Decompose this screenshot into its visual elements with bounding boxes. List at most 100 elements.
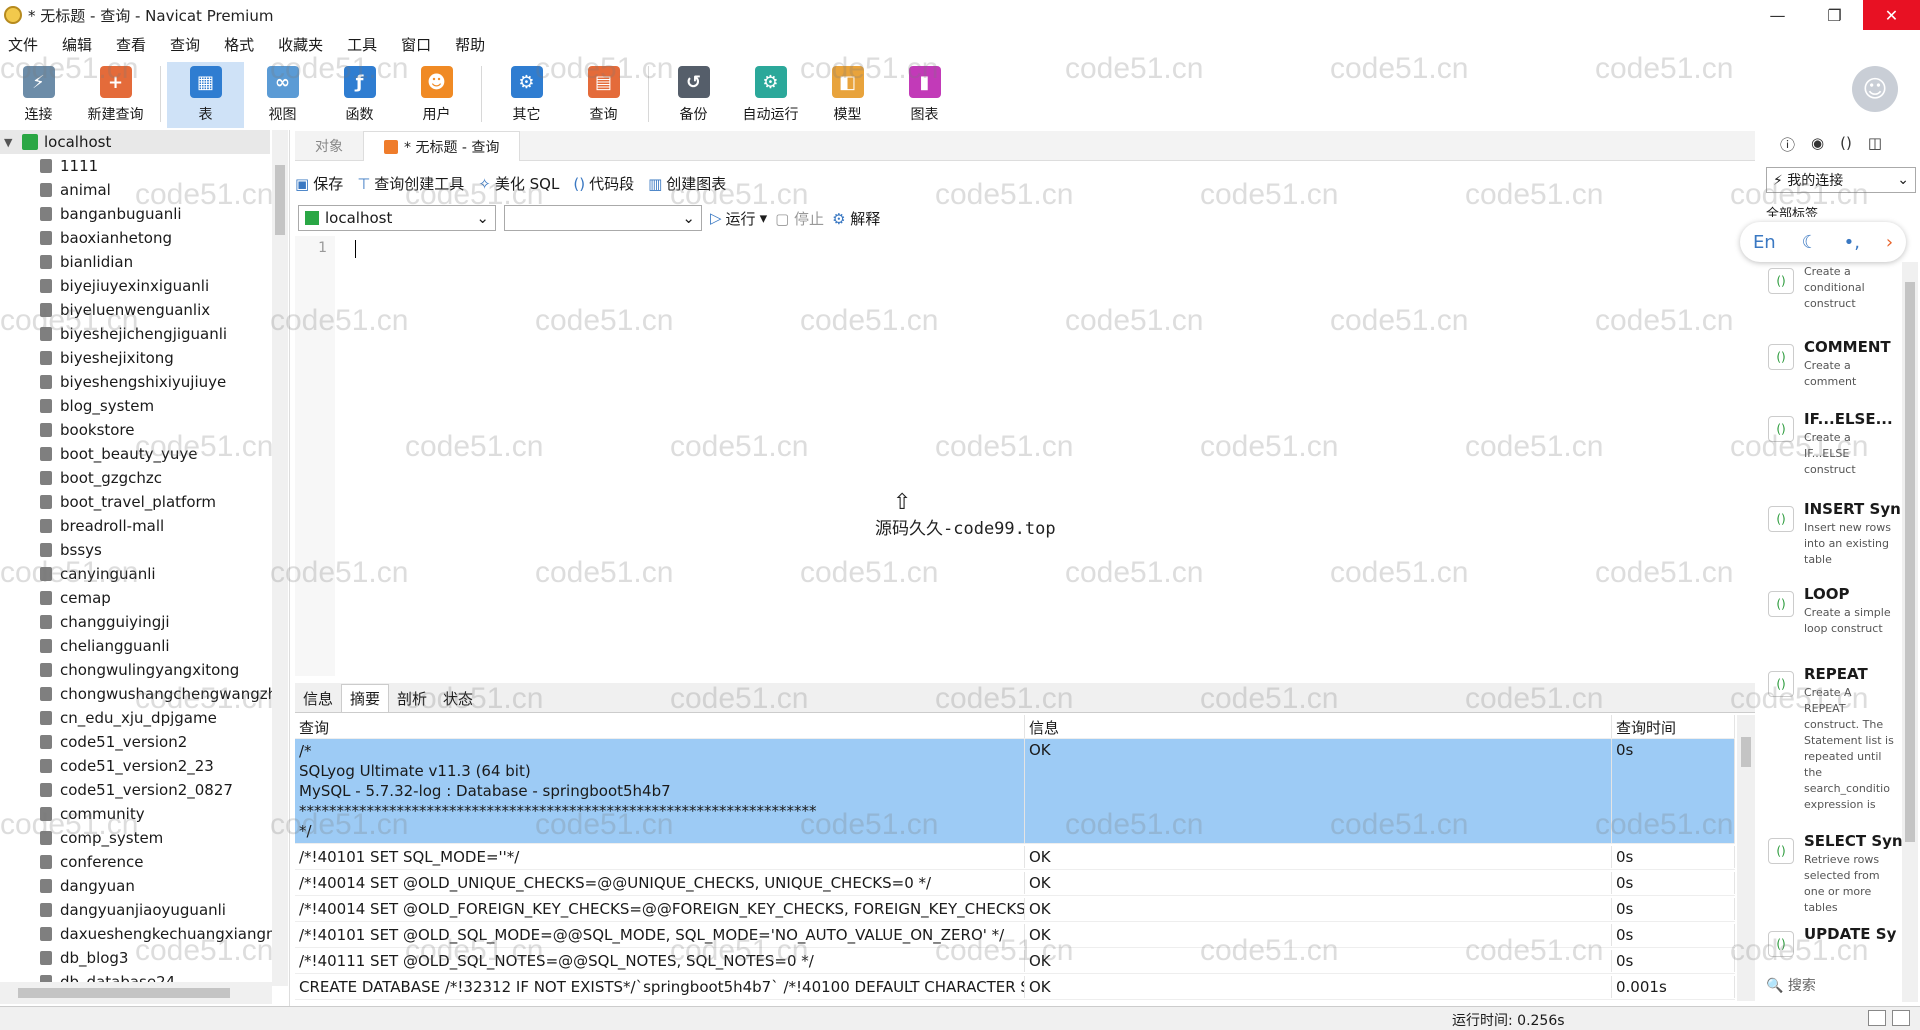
tree-item-database[interactable]: canyinguanli [0, 562, 272, 586]
stop-button[interactable]: ▢ 停止 [775, 208, 824, 229]
menu-query[interactable]: 查询 [162, 34, 216, 55]
beautify-sql-button[interactable]: ✧ 美化 SQL [478, 173, 559, 194]
run-button[interactable]: ▷ 运行 ▾ [710, 208, 767, 229]
column-header-query[interactable]: 查询 [295, 715, 1025, 738]
tree-item-database[interactable]: banganbuguanli [0, 202, 272, 226]
tree-vertical-scrollbar[interactable] [272, 130, 288, 986]
tag-filter[interactable]: 全部标签 [1766, 203, 1818, 217]
tree-item-database[interactable]: cn_edu_xju_dpjgame [0, 706, 272, 730]
split-view-icon[interactable]: ◫ [1868, 134, 1882, 155]
form-view-icon[interactable] [1892, 1010, 1910, 1026]
create-chart-button[interactable]: ▥ 创建图表 [648, 173, 726, 194]
table-row[interactable]: /*!40014 SET @OLD_UNIQUE_CHECKS=@@UNIQUE… [295, 870, 1735, 896]
grid-view-icon[interactable] [1868, 1010, 1886, 1026]
table-row[interactable]: CREATE DATABASE /*!32312 IF NOT EXISTS*/… [295, 974, 1735, 1000]
tree-item-database[interactable]: dangyuan [0, 874, 272, 898]
tree-item-database[interactable]: biyeshengshixiyujiuye [0, 370, 272, 394]
snippet-item[interactable]: () INSERT Syn Insert new rows into an exis… [1762, 500, 1918, 568]
tree-item-database[interactable]: chongwulingyangxitong [0, 658, 272, 682]
toolbar-button-0[interactable]: ⚡ 连接 [0, 62, 77, 128]
tree-item-database[interactable]: baoxianhetong [0, 226, 272, 250]
tree-item-database[interactable]: code51_version2_0827 [0, 778, 272, 802]
tree-item-database[interactable]: boot_gzgchzc [0, 466, 272, 490]
toolbar-button-11[interactable]: ▮ 图表 [886, 62, 963, 128]
tab-summary[interactable]: 摘要 [341, 684, 390, 712]
tree-item-database[interactable]: comp_system [0, 826, 272, 850]
tree-item-database[interactable]: changguiyingji [0, 610, 272, 634]
menu-file[interactable]: 文件 [0, 34, 54, 55]
user-avatar-icon[interactable]: ☺ [1852, 66, 1898, 112]
tree-item-database[interactable]: biyeshejixitong [0, 346, 272, 370]
info-icon[interactable]: ⓘ [1780, 134, 1795, 155]
tree-item-database[interactable]: cemap [0, 586, 272, 610]
table-row[interactable]: /*!40101 SET SQL_MODE=''*/OK 0s [295, 844, 1735, 870]
snippet-search[interactable]: 🔍 搜索 [1766, 975, 1816, 995]
tree-item-database[interactable]: bianlidian [0, 250, 272, 274]
tree-item-database[interactable]: breadroll-mall [0, 514, 272, 538]
save-button[interactable]: ▣ 保存 [295, 173, 343, 194]
tree-item-database[interactable]: cheliangguanli [0, 634, 272, 658]
tree-item-database[interactable]: animal [0, 178, 272, 202]
maximize-button[interactable]: ❐ [1806, 0, 1863, 30]
query-builder-button[interactable]: ⊤ 查询创建工具 [357, 173, 464, 194]
tree-horizontal-scrollbar[interactable] [0, 982, 272, 1004]
code-braces-icon[interactable]: () [1840, 134, 1852, 155]
snippet-item[interactable]: () LOOP Create a simple loop construct [1762, 585, 1918, 637]
tree-item-database[interactable]: bssys [0, 538, 272, 562]
chevron-down-icon[interactable]: ▼ [4, 136, 18, 149]
tree-item-database[interactable]: daxueshengkechuangxiangm [0, 922, 272, 946]
toolbar-button-6[interactable]: ⚙ 其它 [488, 62, 565, 128]
tree-item-database[interactable]: db_blog3 [0, 946, 272, 970]
toolbar-button-1[interactable]: + 新建查询 [77, 62, 154, 128]
menu-help[interactable]: 帮助 [447, 34, 501, 55]
table-row[interactable]: /*!40101 SET @OLD_SQL_MODE=@@SQL_MODE, S… [295, 922, 1735, 948]
tree-item-database[interactable]: biyeluenwenguanlix [0, 298, 272, 322]
toolbar-button-3[interactable]: ∞ 视图 [244, 62, 321, 128]
toolbar-button-10[interactable]: ◧ 模型 [809, 62, 886, 128]
toolbar-button-8[interactable]: ↺ 备份 [655, 62, 732, 128]
snippet-item[interactable]: () SELECT Syn Retrieve rows selected from … [1762, 832, 1918, 916]
tree-item-database[interactable]: code51_version2_23 [0, 754, 272, 778]
tree-root-localhost[interactable]: ▼ localhost [0, 130, 270, 154]
sql-editor[interactable]: 1 [295, 236, 1755, 676]
moon-icon[interactable]: ☾ [1802, 232, 1818, 253]
menu-edit[interactable]: 编辑 [54, 34, 108, 55]
menu-window[interactable]: 窗口 [393, 34, 447, 55]
tree-item-database[interactable]: bookstore [0, 418, 272, 442]
tree-item-database[interactable]: biyeshejichengjiguanli [0, 322, 272, 346]
toolbar-button-4[interactable]: ƒ 函数 [321, 62, 398, 128]
tab-profile[interactable]: 剖析 [389, 684, 435, 712]
tree-item-database[interactable]: code51_version2 [0, 730, 272, 754]
menu-format[interactable]: 格式 [216, 34, 270, 55]
punctuation-icon[interactable]: •, [1844, 232, 1860, 253]
tab-objects[interactable]: 对象 [295, 131, 363, 161]
toolbar-button-2[interactable]: ▦ 表 [167, 62, 244, 128]
explain-button[interactable]: ⚙ 解释 [832, 208, 880, 229]
snippet-item[interactable]: () IF...ELSE... Create a IF...ELSE constru… [1762, 410, 1918, 478]
column-header-time[interactable]: 查询时间 [1612, 715, 1735, 738]
snippet-item[interactable]: () COMMENT Create a comment [1762, 338, 1918, 390]
minimize-button[interactable]: — [1749, 0, 1806, 30]
snippet-item[interactable]: () REPEAT Create A REPEAT construct. The S… [1762, 665, 1918, 813]
toolbar-button-7[interactable]: ▤ 查询 [565, 62, 642, 128]
tree-item-database[interactable]: community [0, 802, 272, 826]
table-row-selected[interactable]: /* SQLyog Ultimate v11.3 (64 bit) MySQL … [295, 739, 1735, 844]
result-vertical-scrollbar[interactable] [1737, 715, 1755, 1001]
connection-select[interactable]: localhost ⌄ [298, 205, 496, 231]
code-snippet-button[interactable]: () 代码段 [573, 173, 634, 194]
tree-item-database[interactable]: 1111 [0, 154, 272, 178]
snippet-vertical-scrollbar[interactable] [1902, 262, 1918, 1002]
tree-item-database[interactable]: conference [0, 850, 272, 874]
toolbar-button-9[interactable]: ⚙ 自动运行 [732, 62, 809, 128]
column-header-info[interactable]: 信息 [1025, 715, 1612, 738]
tree-item-database[interactable]: biyejiuyexinxiguanli [0, 274, 272, 298]
table-row[interactable]: /*!40014 SET @OLD_FOREIGN_KEY_CHECKS=@@F… [295, 896, 1735, 922]
tree-item-database[interactable]: boot_beauty_yuye [0, 442, 272, 466]
close-button[interactable]: ✕ [1863, 0, 1920, 30]
menu-favorites[interactable]: 收藏夹 [270, 34, 339, 55]
menu-tools[interactable]: 工具 [339, 34, 393, 55]
my-connection-select[interactable]: ⚡ 我的连接 ⌄ [1766, 167, 1916, 193]
toolbar-button-5[interactable]: ☻ 用户 [398, 62, 475, 128]
language-en[interactable]: En [1753, 232, 1776, 253]
tree-item-database[interactable]: blog_system [0, 394, 272, 418]
